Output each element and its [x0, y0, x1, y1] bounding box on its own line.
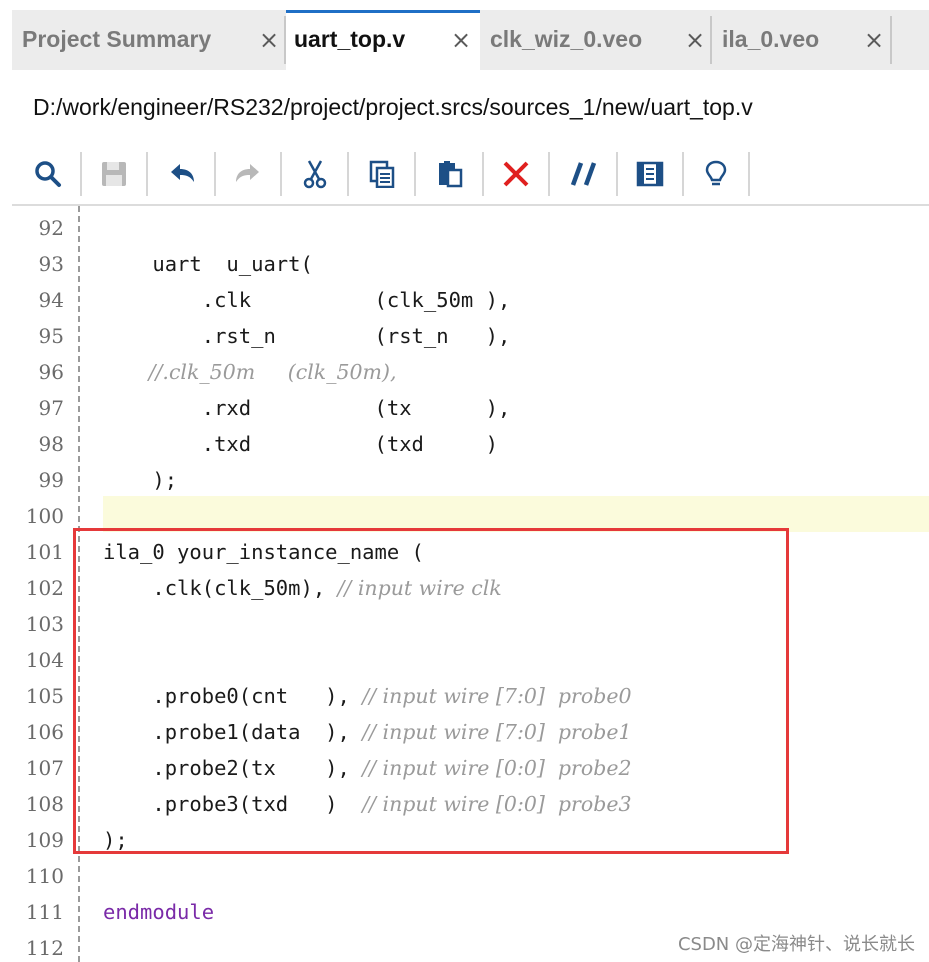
paste-button[interactable] — [430, 154, 470, 194]
line-number: 92 — [38, 216, 64, 240]
tab-strip: Project Summary × uart_top.v × clk_wiz_0… — [12, 10, 929, 71]
code-text: .rst_n (rst_n ), — [103, 324, 511, 348]
file-path-bar: D:/work/engineer/RS232/project/project.s… — [12, 70, 929, 144]
cut-button[interactable] — [295, 154, 335, 194]
line-number: 95 — [38, 324, 64, 348]
code-text: .txd (txd ) — [103, 432, 498, 456]
line-number: 99 — [38, 468, 64, 492]
code-line[interactable]: .rst_n (rst_n ), — [103, 318, 511, 354]
toolbar-separator — [414, 152, 416, 196]
toolbar-separator — [548, 152, 550, 196]
code-keyword: endmodule — [103, 900, 215, 924]
code-comment: //.clk_50m (clk_50m), — [103, 360, 397, 384]
tab-uart-top[interactable]: uart_top.v × — [286, 10, 480, 70]
tab-label: clk_wiz_0.veo — [490, 26, 643, 52]
line-number: 110 — [25, 864, 64, 888]
close-icon[interactable]: × — [258, 28, 280, 52]
paste-icon — [439, 161, 463, 188]
toolbar-separator — [214, 152, 216, 196]
code-line[interactable]: endmodule — [103, 894, 214, 930]
file-path: D:/work/engineer/RS232/project/project.s… — [33, 94, 753, 120]
line-number: 98 — [38, 432, 64, 456]
insert-template-button[interactable] — [630, 154, 670, 194]
search-icon — [35, 161, 61, 187]
highlight-box — [73, 528, 789, 854]
save-icon — [102, 162, 126, 186]
editor-tab-bar: Project Summary × uart_top.v × clk_wiz_0… — [0, 0, 929, 72]
code-line[interactable]: uart u_uart( — [103, 246, 313, 282]
line-number: 105 — [25, 684, 64, 708]
code-line[interactable]: .rxd (tx ), — [103, 390, 511, 426]
editor-toolbar — [12, 144, 929, 206]
code-line[interactable]: ); — [103, 462, 177, 498]
line-number: 94 — [38, 288, 64, 312]
code-text: .clk (clk_50m ), — [103, 288, 511, 312]
current-line-highlight — [103, 496, 929, 532]
tab-label: Project Summary — [22, 26, 212, 52]
undo-icon — [171, 164, 194, 182]
line-number: 107 — [25, 756, 64, 780]
save-button[interactable] — [94, 154, 134, 194]
line-number: 101 — [25, 540, 64, 564]
tab-separator — [890, 16, 892, 64]
line-number: 103 — [25, 612, 64, 636]
code-line[interactable]: .txd (txd ) — [103, 426, 498, 462]
cut-icon — [303, 160, 327, 189]
code-line[interactable]: //.clk_50m (clk_50m), — [103, 354, 397, 390]
code-text: uart u_uart( — [103, 252, 313, 276]
code-text: .rxd (tx ), — [103, 396, 511, 420]
line-number: 100 — [25, 504, 64, 528]
toolbar-separator — [748, 152, 750, 196]
undo-button[interactable] — [162, 154, 202, 194]
close-icon[interactable]: × — [684, 28, 706, 52]
code-line[interactable]: .clk (clk_50m ), — [103, 282, 511, 318]
comment-toggle-icon — [570, 162, 597, 186]
tab-label: ila_0.veo — [722, 26, 820, 52]
toolbar-separator — [80, 152, 82, 196]
line-number: 109 — [25, 828, 64, 852]
toolbar-separator — [280, 152, 282, 196]
delete-icon — [503, 161, 529, 187]
copy-button[interactable] — [362, 154, 402, 194]
line-number: 106 — [25, 720, 64, 744]
tab-clk-wiz[interactable]: clk_wiz_0.veo × — [480, 10, 710, 70]
watermark: CSDN @定海神针、说长就长 — [677, 934, 915, 955]
line-number: 102 — [25, 576, 64, 600]
code-text: ); — [103, 468, 178, 492]
line-number: 104 — [25, 648, 64, 672]
lightbulb-icon — [705, 160, 727, 186]
delete-button[interactable] — [496, 154, 536, 194]
insert-template-icon — [636, 161, 664, 187]
toolbar-separator — [347, 152, 349, 196]
line-number: 112 — [25, 936, 64, 960]
tab-ila[interactable]: ila_0.veo × — [712, 10, 892, 70]
tab-project-summary[interactable]: Project Summary × — [12, 10, 284, 70]
tab-label: uart_top.v — [294, 26, 406, 52]
close-icon[interactable]: × — [863, 28, 885, 52]
search-button[interactable] — [28, 154, 68, 194]
redo-button[interactable] — [228, 154, 268, 194]
toolbar-separator — [146, 152, 148, 196]
copy-icon — [369, 160, 395, 188]
toolbar-separator — [482, 152, 484, 196]
toggle-comment-button[interactable] — [564, 154, 604, 194]
toolbar-separator — [682, 152, 684, 196]
redo-icon — [236, 164, 259, 182]
line-number: 96 — [38, 360, 64, 384]
quick-help-button[interactable] — [696, 154, 736, 194]
code-editor[interactable]: 92 93 uart u_uart( 94 .clk (clk_50m ), 95 .… — [12, 206, 929, 962]
line-number: 97 — [38, 396, 64, 420]
toolbar-separator — [616, 152, 618, 196]
line-number: 108 — [25, 792, 64, 816]
line-number: 111 — [25, 900, 64, 924]
close-icon[interactable]: × — [450, 28, 472, 52]
line-number: 93 — [38, 252, 64, 276]
